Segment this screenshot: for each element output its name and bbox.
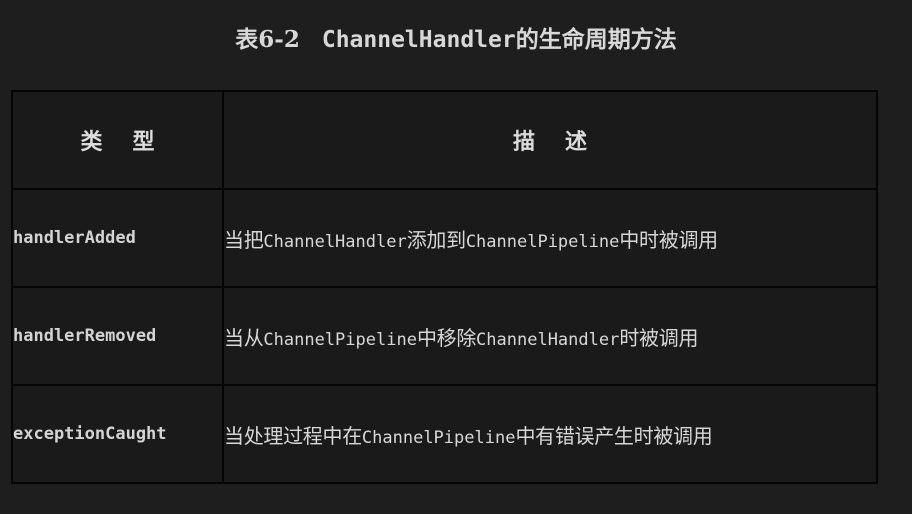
table-caption: 表6-2 ChannelHandler的生命周期方法: [0, 22, 912, 58]
description-text: 中时被调用: [619, 227, 718, 252]
method-description-cell: 当把ChannelHandler添加到ChannelPipeline中时被调用: [222, 188, 878, 288]
header-type: 类型: [11, 90, 224, 190]
description-code: ChannelPipeline: [465, 231, 620, 252]
table-number: 表6-2: [235, 26, 300, 53]
caption-title: 的生命周期方法: [515, 27, 677, 53]
description-code: ChannelHandler: [263, 231, 407, 252]
description-code: ChannelPipeline: [361, 427, 516, 448]
method-name-cell: exceptionCaught: [11, 384, 224, 484]
description-text: 当从: [224, 325, 264, 350]
table-row: exceptionCaught 当处理过程中在ChannelPipeline中有…: [11, 384, 878, 484]
description-text: 当把: [224, 227, 264, 252]
method-name-cell: handlerAdded: [11, 188, 224, 288]
caption-class-name: ChannelHandler: [321, 27, 516, 53]
method-description-cell: 当从ChannelPipeline中移除ChannelHandler时被调用: [222, 286, 878, 386]
description-code: ChannelPipeline: [263, 329, 417, 350]
description-text: 中有错误产生时被调用: [515, 423, 713, 448]
table-row: handlerRemoved 当从ChannelPipeline中移除Chann…: [11, 286, 878, 386]
description-text: 当处理过程中在: [224, 423, 362, 448]
description-code: ChannelHandler: [476, 329, 620, 350]
description-text: 时被调用: [619, 325, 699, 350]
header-row: 类型 描述: [11, 90, 878, 190]
method-description-cell: 当处理过程中在ChannelPipeline中有错误产生时被调用: [222, 384, 878, 484]
description-text: 添加到: [406, 227, 466, 252]
table-row: handlerAdded 当把ChannelHandler添加到ChannelP…: [11, 188, 878, 288]
header-description: 描述: [222, 90, 878, 190]
method-name-cell: handlerRemoved: [11, 286, 224, 386]
description-text: 中移除: [416, 325, 477, 350]
lifecycle-methods-table: 类型 描述 handlerAdded 当把ChannelHandler添加到Ch…: [11, 90, 878, 484]
